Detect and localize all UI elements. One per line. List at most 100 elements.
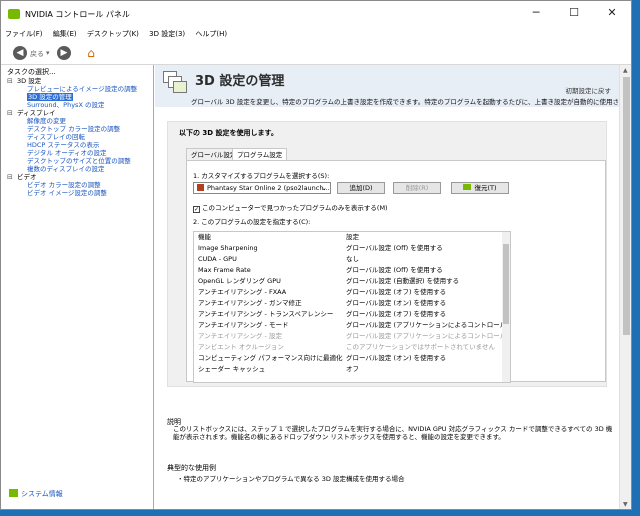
- settings-row[interactable]: アンチエイリアシング - ガンマ修正 グローバル設定 (オン) を使用する: [194, 298, 510, 309]
- restore-program-button[interactable]: 復元(T): [451, 182, 509, 194]
- settings-row[interactable]: アンビエント オクルージョン このアプリケーションではサポートされていません: [194, 342, 510, 353]
- sidebar-item[interactable]: 3D 設定の管理: [7, 93, 152, 101]
- feature-setting[interactable]: グローバル設定 (オン) を使用する: [346, 298, 446, 309]
- sidebar-item-label: 解像度の変更: [27, 117, 66, 125]
- sidebar-item-label: 複数のディスプレイの設定: [27, 165, 105, 173]
- settings-grid: 機能 設定 Image Sharpening グローバル設定 (Off) を使用す…: [193, 231, 511, 383]
- typical-usage-item-text: 特定のアプリケーションやプログラムで異なる 3D 設定構成を使用する場合: [183, 475, 405, 483]
- tab-program-settings[interactable]: プログラム設定: [232, 148, 288, 160]
- 3d-settings-logo-icon: [163, 71, 189, 95]
- toolbar: ◀ 戻る ▾ ▶ ⌂: [1, 41, 631, 65]
- minimize-button[interactable]: ─: [517, 1, 555, 25]
- sidebar-category[interactable]: 3D 設定: [7, 77, 152, 85]
- feature-setting[interactable]: グローバル設定 (Off) を使用する: [346, 265, 443, 276]
- feature-setting[interactable]: グローバル設定 (オフ) を使用する: [346, 309, 446, 320]
- grid-header: 機能 設定: [194, 232, 510, 243]
- feature-setting[interactable]: グローバル設定 (Off) を使用する: [346, 243, 443, 254]
- sidebar-item[interactable]: ディスプレイの回転: [7, 133, 152, 141]
- grid-scrollbar[interactable]: [502, 232, 510, 382]
- page-description: グローバル 3D 設定を変更し、特定のプログラムの上書き設定を作成できます。特定…: [191, 98, 632, 106]
- sidebar-item-label: ビデオ イメージ設定の調整: [27, 189, 107, 197]
- settings-row[interactable]: Image Sharpening グローバル設定 (Off) を使用する: [194, 243, 510, 254]
- main-scroll-thumb[interactable]: [623, 77, 630, 335]
- sidebar-item[interactable]: Surround、PhysX の設定: [7, 101, 152, 109]
- settings-row[interactable]: CUDA - GPU なし: [194, 254, 510, 265]
- sidebar-item-label: Surround、PhysX の設定: [27, 101, 105, 109]
- sidebar-item[interactable]: デジタル オーディオの設定: [7, 149, 152, 157]
- back-dropdown-icon[interactable]: ▾: [46, 49, 50, 57]
- feature-name: アンチエイリアシング - FXAA: [198, 288, 287, 296]
- settings-panel: 以下の 3D 設定を使用します。 グローバル設定 プログラム設定 1. カスタマ…: [167, 121, 607, 387]
- feature-name: シェーダー キャッシュ: [198, 365, 266, 373]
- settings-row[interactable]: OpenGL レンダリング GPU グローバル設定 (自動選択) を使用する: [194, 276, 510, 287]
- close-button[interactable]: ✕: [593, 1, 631, 25]
- task-sidebar: タスクの選択... 3D 設定プレビューによるイメージ設定の調整3D 設定の管理…: [1, 65, 154, 509]
- feature-setting[interactable]: グローバル設定 (アプリケーションによるコントロール) を...: [346, 331, 510, 342]
- page-banner: 3D 設定の管理 初期設定に戻す グローバル 3D 設定を変更し、特定のプログラ…: [155, 65, 631, 107]
- restore-defaults-link[interactable]: 初期設定に戻す: [566, 85, 612, 95]
- step2-label: 2. このプログラムの設定を指定する(C):: [193, 218, 311, 226]
- feature-setting[interactable]: グローバル設定 (アプリケーションによるコントロール) を...: [346, 320, 510, 331]
- feature-setting[interactable]: なし: [346, 254, 359, 265]
- settings-row[interactable]: アンチエイリアシング - 設定 グローバル設定 (アプリケーションによるコントロー…: [194, 331, 510, 342]
- maximize-button[interactable]: ☐: [555, 1, 593, 25]
- sidebar-item[interactable]: HDCP ステータスの表示: [7, 141, 152, 149]
- menu-desktop[interactable]: デスクトップ(K): [83, 27, 143, 39]
- feature-setting[interactable]: このアプリケーションではサポートされていません: [346, 342, 495, 353]
- sidebar-item[interactable]: ビデオ イメージ設定の調整: [7, 189, 152, 197]
- sidebar-item-label: ディスプレイの回転: [27, 133, 86, 141]
- description-text: このリストボックスには、ステップ 1 で選択したプログラムを実行する場合に、NV…: [173, 425, 613, 441]
- sidebar-item[interactable]: 複数のディスプレイの設定: [7, 165, 152, 173]
- settings-row[interactable]: Max Frame Rate グローバル設定 (Off) を使用する: [194, 265, 510, 276]
- feature-setting[interactable]: オフ: [346, 364, 359, 375]
- home-icon[interactable]: ⌂: [83, 45, 99, 61]
- back-label[interactable]: 戻る: [30, 49, 44, 59]
- menu-help[interactable]: ヘルプ(H): [191, 27, 231, 39]
- program-select[interactable]: Phantasy Star Online 2 (pso2launch... ⌄: [193, 182, 331, 194]
- back-arrow-icon[interactable]: ◀: [13, 46, 27, 60]
- settings-row[interactable]: コンピューティング パフォーマンス向けに最適化 グローバル設定 (オン) を使用す…: [194, 353, 510, 364]
- page-title: 3D 設定の管理: [195, 74, 285, 89]
- sidebar-item[interactable]: 解像度の変更: [7, 117, 152, 125]
- feature-setting[interactable]: グローバル設定 (自動選択) を使用する: [346, 276, 459, 287]
- main-scrollbar[interactable]: ▲ ▼: [619, 65, 631, 509]
- system-info-link[interactable]: システム情報: [9, 489, 63, 499]
- settings-row[interactable]: アンチエイリアシング - トランスペアレンシー グローバル設定 (オフ) を使用す…: [194, 309, 510, 320]
- settings-row[interactable]: シェーダー キャッシュ オフ: [194, 364, 510, 375]
- show-only-found-checkbox[interactable]: ✓ このコンピューターで見つかったプログラムのみを表示する(M): [193, 202, 388, 213]
- sidebar-category[interactable]: ディスプレイ: [7, 109, 152, 117]
- grid-scroll-thumb[interactable]: [503, 244, 509, 324]
- sidebar-header: タスクの選択...: [7, 68, 56, 76]
- menu-edit[interactable]: 編集(E): [49, 27, 81, 39]
- feature-name: コンピューティング パフォーマンス向けに最適化: [198, 354, 343, 362]
- sidebar-category[interactable]: ビデオ: [7, 173, 152, 181]
- menu-file[interactable]: ファイル(F): [1, 27, 47, 39]
- sidebar-item-label: ディスプレイ: [17, 109, 56, 117]
- sidebar-item-label: ビデオ カラー設定の調整: [27, 181, 101, 189]
- sidebar-item[interactable]: デスクトップのサイズと位置の調整: [7, 157, 152, 165]
- column-header-setting: 設定: [346, 233, 359, 241]
- scroll-up-icon[interactable]: ▲: [623, 67, 628, 74]
- add-program-button[interactable]: 追加(D): [337, 182, 385, 194]
- sidebar-item-label: 3D 設定の管理: [27, 93, 73, 101]
- sidebar-item-label: デスクトップのサイズと位置の調整: [27, 157, 131, 165]
- remove-program-button[interactable]: 削除(R): [393, 182, 441, 194]
- feature-setting[interactable]: グローバル設定 (オン) を使用する: [346, 353, 446, 364]
- sidebar-item[interactable]: デスクトップ カラー設定の調整: [7, 125, 152, 133]
- forward-arrow-icon[interactable]: ▶: [57, 46, 71, 60]
- feature-name: Max Frame Rate: [198, 266, 251, 274]
- feature-setting[interactable]: グローバル設定 (オフ) を使用する: [346, 287, 446, 298]
- sidebar-item-label: HDCP ステータスの表示: [27, 141, 100, 149]
- settings-row[interactable]: アンチエイリアシング - モード グローバル設定 (アプリケーションによるコントロ…: [194, 320, 510, 331]
- feature-name: CUDA - GPU: [198, 255, 237, 263]
- sidebar-item[interactable]: ビデオ カラー設定の調整: [7, 181, 152, 189]
- menu-3d-settings[interactable]: 3D 設定(3): [145, 27, 189, 39]
- feature-name: アンチエイリアシング - ガンマ修正: [198, 299, 302, 307]
- typical-usage-item: ・特定のアプリケーションやプログラムで異なる 3D 設定構成を使用する場合: [177, 475, 405, 483]
- settings-row[interactable]: アンチエイリアシング - FXAA グローバル設定 (オフ) を使用する: [194, 287, 510, 298]
- checkmark-icon: ✓: [193, 206, 200, 213]
- sidebar-item[interactable]: プレビューによるイメージ設定の調整: [7, 85, 152, 93]
- scroll-down-icon[interactable]: ▼: [623, 501, 628, 508]
- feature-name: アンチエイリアシング - トランスペアレンシー: [198, 310, 334, 318]
- restore-button-label: 復元(T): [474, 184, 497, 192]
